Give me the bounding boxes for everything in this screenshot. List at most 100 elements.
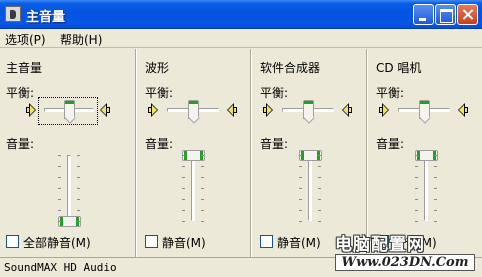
menu-options[interactable]: 选项(P) — [5, 31, 46, 48]
volume-tick-mark — [434, 155, 437, 156]
column-master-volume: 主音量 平衡: 音量: 全部静音(M) — [6, 49, 131, 257]
volume-tick-mark — [182, 155, 185, 156]
volume-tick-mark — [58, 166, 61, 167]
volume-tick-mark — [299, 210, 302, 211]
volume-tick-mark — [201, 199, 204, 200]
right-speaker-icon — [342, 103, 352, 117]
column-software-synth: 软件合成器 平衡: 音量: 静音(M) — [260, 49, 362, 257]
volume-tick-mark — [77, 221, 80, 222]
watermark-title: 电脑配置网 — [335, 235, 425, 255]
volume-tick-mark — [201, 210, 204, 211]
watermark-url: Www.023DN.Com — [335, 254, 475, 271]
volume-tick-mark — [318, 177, 321, 178]
mute-all-checkbox[interactable] — [6, 235, 19, 248]
volume-tick-mark — [58, 188, 61, 189]
status-text: SoundMAX HD Audio — [4, 261, 117, 274]
column-heading: CD 唱机 — [376, 61, 422, 75]
balance-label: 平衡: — [260, 86, 289, 100]
volume-tick-mark — [182, 177, 185, 178]
volume-tick-mark — [434, 221, 437, 222]
volume-slider-track[interactable] — [67, 155, 71, 221]
volume-slider-track[interactable] — [191, 155, 195, 221]
volume-tick-mark — [58, 210, 61, 211]
menu-bar: 选项(P) 帮助(H) — [0, 29, 482, 48]
balance-slider-thumb[interactable] — [63, 100, 75, 119]
column-separator — [135, 49, 137, 257]
volume-tick-mark — [182, 188, 185, 189]
maximize-button[interactable] — [435, 4, 456, 25]
menu-help[interactable]: 帮助(H) — [60, 31, 102, 48]
right-speaker-icon — [100, 103, 110, 117]
left-speaker-icon — [26, 103, 36, 117]
balance-label: 平衡: — [145, 86, 174, 100]
volume-tick-mark — [415, 210, 418, 211]
watermark: 电脑配置网 Www.023DN.Com — [335, 230, 478, 272]
mute-checkbox[interactable] — [145, 235, 158, 248]
volume-tick-mark — [299, 155, 302, 156]
volume-tick-mark — [415, 221, 418, 222]
volume-tick-mark — [182, 199, 185, 200]
volume-tick-mark — [299, 221, 302, 222]
volume-slider-track[interactable] — [424, 155, 428, 221]
volume-tick-mark — [201, 166, 204, 167]
volume-tick-mark — [77, 210, 80, 211]
volume-label: 音量: — [145, 137, 174, 151]
balance-slider-thumb[interactable] — [302, 100, 314, 119]
volume-tick-mark — [182, 166, 185, 167]
minimize-button[interactable] — [413, 4, 434, 25]
column-heading: 主音量 — [6, 61, 43, 75]
volume-tick-mark — [318, 188, 321, 189]
window-title: 主音量 — [26, 10, 66, 25]
column-heading: 波形 — [145, 61, 170, 75]
column-separator — [250, 49, 252, 257]
volume-tick-mark — [299, 199, 302, 200]
volume-tick-mark — [182, 221, 185, 222]
volume-tick-mark — [318, 221, 321, 222]
volume-tick-mark — [434, 188, 437, 189]
left-speaker-icon — [379, 103, 389, 117]
left-speaker-icon — [263, 103, 273, 117]
volume-tick-mark — [299, 177, 302, 178]
volume-label: 音量: — [376, 137, 405, 151]
volume-label: 音量: — [6, 137, 35, 151]
mute-label[interactable]: 静音(M) — [277, 234, 321, 251]
volume-tick-mark — [201, 177, 204, 178]
volume-tick-mark — [318, 155, 321, 156]
mute-checkbox[interactable] — [260, 235, 273, 248]
speaker-app-icon[interactable] — [5, 6, 21, 22]
volume-label: 音量: — [260, 137, 289, 151]
volume-slider-track[interactable] — [308, 155, 312, 221]
column-separator — [366, 49, 368, 257]
volume-tick-mark — [201, 221, 204, 222]
mute-all-label[interactable]: 全部静音(M) — [23, 234, 91, 251]
volume-tick-mark — [77, 199, 80, 200]
title-bar[interactable]: 主音量 — [0, 0, 482, 29]
balance-slider-thumb[interactable] — [418, 100, 430, 119]
volume-tick-mark — [415, 166, 418, 167]
volume-tick-mark — [58, 155, 61, 156]
volume-tick-mark — [77, 188, 80, 189]
volume-tick-mark — [182, 210, 185, 211]
volume-tick-mark — [318, 199, 321, 200]
volume-tick-mark — [434, 199, 437, 200]
column-wave: 波形 平衡: 音量: 静音(M) — [145, 49, 247, 257]
volume-tick-mark — [58, 177, 61, 178]
volume-tick-mark — [299, 188, 302, 189]
volume-tick-mark — [415, 199, 418, 200]
volume-tick-mark — [58, 221, 61, 222]
balance-label: 平衡: — [376, 86, 405, 100]
volume-tick-mark — [415, 177, 418, 178]
volume-tick-mark — [434, 210, 437, 211]
balance-slider-thumb[interactable] — [187, 100, 199, 119]
right-speaker-icon — [227, 103, 237, 117]
mute-label[interactable]: 静音(M) — [162, 234, 206, 251]
volume-tick-mark — [201, 155, 204, 156]
volume-tick-mark — [434, 166, 437, 167]
close-button[interactable] — [457, 4, 478, 25]
volume-tick-mark — [77, 155, 80, 156]
volume-tick-mark — [201, 188, 204, 189]
balance-label: 平衡: — [6, 86, 35, 100]
volume-tick-mark — [77, 177, 80, 178]
volume-tick-mark — [299, 166, 302, 167]
column-heading: 软件合成器 — [260, 61, 321, 75]
